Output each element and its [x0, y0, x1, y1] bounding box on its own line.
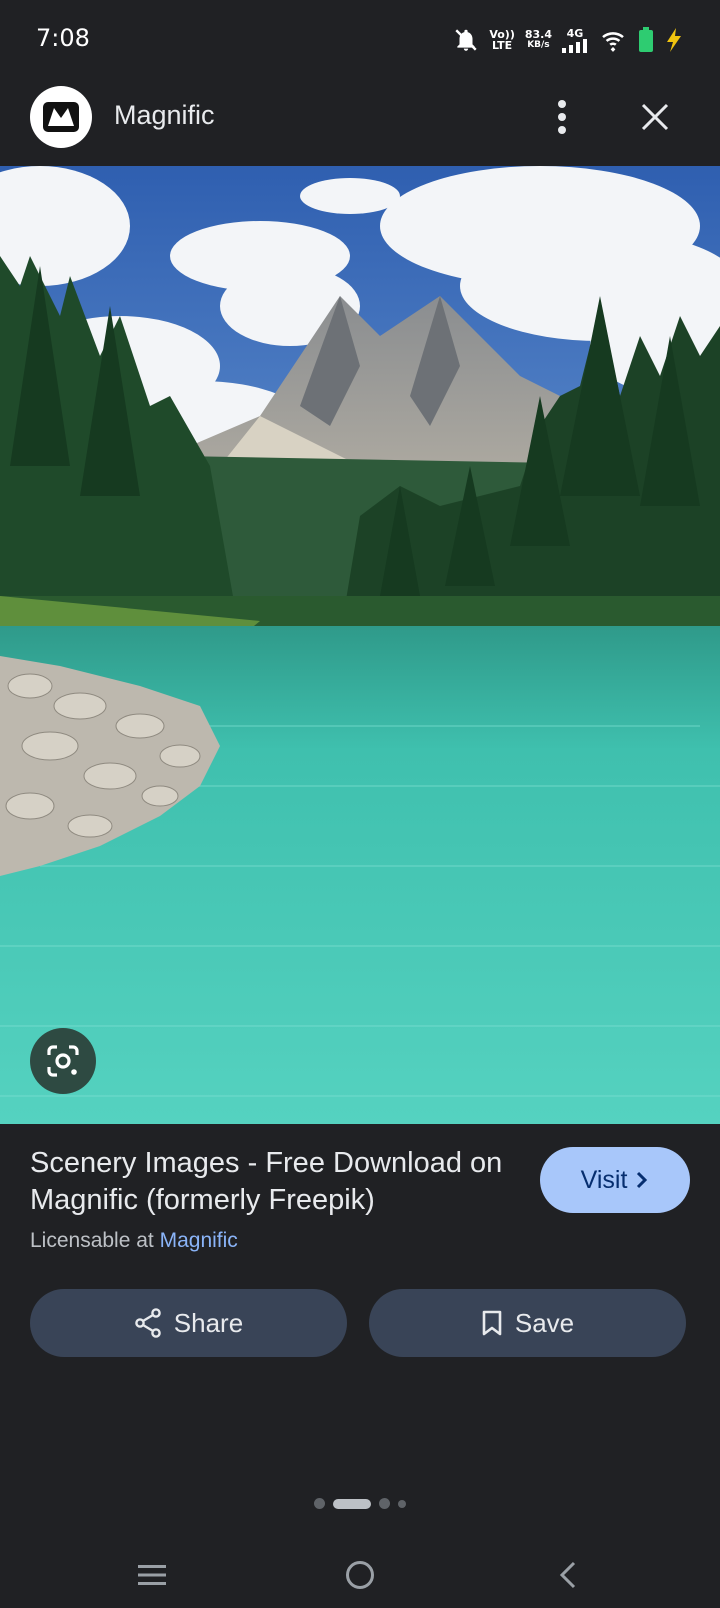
license-line: Licensable at Magnific	[30, 1229, 510, 1253]
bookmark-icon	[482, 1310, 502, 1336]
network-speed: 83.4 KB/s	[524, 28, 552, 50]
lens-icon	[47, 1045, 79, 1077]
system-nav-bar	[0, 1540, 720, 1608]
result-title[interactable]: Scenery Images - Free Download on Magnif…	[30, 1145, 510, 1219]
share-label: Share	[173, 1307, 244, 1338]
back-button[interactable]	[543, 1550, 593, 1600]
status-bar: 7:08 Vo)) LTE 83.4 KB/s 4G	[0, 0, 720, 80]
result-image[interactable]	[0, 166, 720, 1124]
carousel-indicator	[0, 1498, 720, 1509]
share-button[interactable]: Share	[30, 1289, 347, 1357]
carousel-dot[interactable]	[314, 1498, 325, 1509]
carousel-dot[interactable]	[398, 1499, 406, 1508]
carousel-dot-active[interactable]	[333, 1498, 371, 1509]
save-label: Save	[514, 1307, 575, 1338]
license-prefix: Licensable at	[30, 1229, 154, 1252]
recents-button[interactable]	[127, 1550, 177, 1600]
magnific-logo-icon	[43, 102, 79, 132]
volte-indicator: Vo)) LTE	[489, 28, 515, 52]
home-icon	[346, 1561, 374, 1589]
site-logo[interactable]	[30, 86, 92, 148]
landscape-image	[0, 166, 720, 1124]
license-link[interactable]: Magnific	[160, 1229, 238, 1252]
result-info: Scenery Images - Free Download on Magnif…	[30, 1145, 510, 1253]
status-time: 7:08	[36, 24, 90, 52]
save-button[interactable]: Save	[369, 1289, 686, 1357]
mute-icon	[455, 29, 477, 51]
more-vert-icon	[558, 100, 566, 134]
google-lens-button[interactable]	[30, 1028, 96, 1094]
charging-icon	[667, 28, 681, 52]
top-bar: Magnific	[0, 80, 720, 166]
wifi-icon	[602, 32, 624, 52]
chevron-right-icon	[637, 1171, 648, 1189]
close-button[interactable]	[632, 94, 678, 140]
signal-icon	[562, 38, 587, 53]
signal-indicator: 4G	[562, 28, 588, 53]
site-name: Magnific	[114, 100, 215, 130]
home-button[interactable]	[335, 1550, 385, 1600]
share-icon	[134, 1308, 161, 1338]
visit-label: Visit	[580, 1165, 628, 1194]
carousel-dot[interactable]	[379, 1498, 390, 1509]
status-icons: Vo)) LTE 83.4 KB/s 4G	[453, 24, 684, 56]
more-options-button[interactable]	[542, 94, 582, 140]
close-icon	[641, 103, 669, 131]
visit-button[interactable]: Visit	[540, 1147, 690, 1213]
back-icon	[559, 1561, 576, 1589]
menu-icon	[138, 1565, 166, 1585]
battery-icon	[639, 27, 653, 52]
